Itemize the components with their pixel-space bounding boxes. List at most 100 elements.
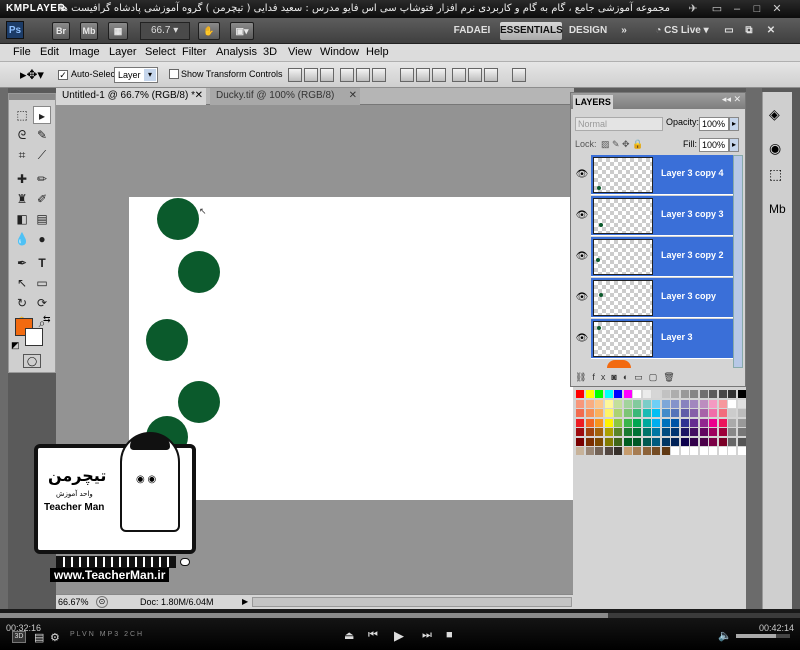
eye-icon[interactable]: 👁	[573, 196, 591, 236]
brush-tool-icon[interactable]: ✏	[33, 170, 51, 188]
color-swatch[interactable]	[718, 409, 727, 417]
color-swatch[interactable]	[595, 390, 603, 398]
color-swatch[interactable]	[576, 428, 584, 436]
lock-icons[interactable]: ▨ ✎ ✥ 🔒	[601, 139, 643, 150]
distribute-left-icon[interactable]	[452, 68, 466, 82]
color-swatch[interactable]	[661, 428, 670, 436]
color-swatch[interactable]	[576, 437, 584, 446]
color-swatch[interactable]	[652, 418, 660, 427]
color-swatch[interactable]	[595, 428, 603, 436]
menu-layer[interactable]: Layer	[109, 46, 137, 58]
align-top-icon[interactable]	[288, 68, 302, 82]
color-swatch[interactable]	[576, 409, 584, 417]
tab-ducky[interactable]: Ducky.tif @ 100% (RGB/8) ✕	[210, 88, 360, 105]
fill-arrow-icon[interactable]: ▸	[729, 138, 739, 152]
layer-row[interactable]: 👁 Layer 3 copy 4	[573, 155, 733, 195]
color-swatch[interactable]	[699, 390, 708, 398]
color-swatch[interactable]	[623, 409, 632, 417]
quick-select-tool-icon[interactable]: ✎	[33, 126, 51, 144]
align-vcenter-icon[interactable]	[304, 68, 318, 82]
layer-row[interactable]: 👁 Layer 3 copy	[573, 278, 733, 318]
hand-tool-button[interactable]: ✋	[198, 22, 220, 40]
color-swatch[interactable]	[623, 428, 632, 436]
horizontal-scrollbar[interactable]	[252, 597, 572, 607]
menu-3d[interactable]: 3D	[263, 46, 277, 58]
play-icon[interactable]: ▶	[394, 628, 404, 644]
minimize-icon[interactable]: –	[730, 2, 744, 16]
minimize-mode-icon[interactable]: ▭	[710, 2, 724, 16]
color-swatch[interactable]	[585, 409, 594, 417]
color-swatch[interactable]	[728, 437, 736, 446]
color-swatch[interactable]	[633, 390, 641, 398]
distribute-bottom-icon[interactable]	[432, 68, 446, 82]
ps-restore-icon[interactable]: ⧉	[740, 22, 758, 40]
color-swatch[interactable]	[604, 447, 613, 455]
color-swatch[interactable]	[737, 390, 746, 398]
color-swatch[interactable]	[709, 437, 717, 446]
eraser-tool-icon[interactable]: ◧	[13, 210, 31, 228]
color-swatch[interactable]	[614, 437, 622, 446]
crop-tool-icon[interactable]: ⌗	[13, 146, 31, 164]
close-icon[interactable]: ✕	[770, 2, 784, 16]
healing-brush-icon[interactable]: ✚	[13, 170, 31, 188]
color-swatch[interactable]	[709, 390, 717, 398]
layer-row[interactable]: 👁 Layer 3	[573, 319, 733, 359]
color-swatch[interactable]	[737, 447, 746, 455]
view-extras-button[interactable]: ▦	[108, 22, 128, 40]
bridge-button[interactable]: Br	[52, 22, 70, 40]
speaker-icon[interactable]: 🔈	[718, 629, 732, 642]
color-swatch[interactable]	[718, 447, 727, 455]
align-hcenter-icon[interactable]	[356, 68, 370, 82]
tab-untitled-1[interactable]: Untitled-1 @ 66.7% (RGB/8) * ✕	[56, 88, 206, 105]
color-swatch[interactable]	[728, 447, 736, 455]
color-swatch[interactable]	[718, 437, 727, 446]
color-swatch[interactable]	[728, 428, 736, 436]
color-swatch[interactable]	[737, 418, 746, 427]
eject-icon[interactable]: ⏏	[344, 629, 354, 642]
color-swatch[interactable]	[690, 390, 698, 398]
color-swatch[interactable]	[595, 399, 603, 408]
color-swatch[interactable]	[585, 428, 594, 436]
playlist-icon[interactable]: ▤	[34, 631, 44, 644]
color-swatch[interactable]	[642, 399, 651, 408]
color-swatch[interactable]	[604, 409, 613, 417]
workspace-design[interactable]: DESIGN	[566, 22, 610, 40]
previous-icon[interactable]: ⏮	[368, 629, 378, 642]
color-swatch[interactable]	[728, 418, 736, 427]
pin-icon[interactable]: ✈	[686, 2, 700, 16]
color-swatch[interactable]	[652, 447, 660, 455]
color-swatch[interactable]	[699, 428, 708, 436]
color-swatch[interactable]	[690, 447, 698, 455]
color-swatch[interactable]	[576, 399, 584, 408]
eye-icon[interactable]: 👁	[573, 155, 591, 195]
distribute-hcenter-icon[interactable]	[468, 68, 482, 82]
status-menu-icon[interactable]: ▶	[242, 597, 248, 606]
green-circle[interactable]	[146, 319, 188, 361]
color-swatch[interactable]	[633, 409, 641, 417]
color-swatch[interactable]	[604, 437, 613, 446]
green-circle[interactable]	[157, 198, 199, 240]
color-swatch[interactable]	[680, 447, 689, 455]
color-swatch[interactable]	[737, 399, 746, 408]
color-swatch[interactable]	[633, 399, 641, 408]
eyedropper-tool-icon[interactable]: ⟋	[33, 146, 51, 164]
maximize-icon[interactable]: □	[750, 2, 764, 16]
mini-bridge-button[interactable]: Mb	[80, 22, 98, 40]
color-swatch[interactable]	[680, 418, 689, 427]
color-swatch[interactable]	[690, 428, 698, 436]
move-tool-icon[interactable]: ▸	[33, 106, 51, 124]
pen-tool-icon[interactable]: ✒	[13, 254, 31, 272]
green-circle[interactable]	[178, 381, 220, 423]
eye-icon[interactable]: 👁	[573, 237, 591, 277]
type-tool-icon[interactable]: T	[33, 254, 51, 272]
color-swatch[interactable]	[585, 437, 594, 446]
color-swatch[interactable]	[709, 418, 717, 427]
layer-footer-icons[interactable]: ⛓fx◙◐▭▢🗑	[575, 372, 681, 383]
menu-edit[interactable]: Edit	[40, 46, 59, 58]
color-swatch[interactable]	[709, 428, 717, 436]
menu-filter[interactable]: Filter	[182, 46, 206, 58]
color-swatch[interactable]	[576, 447, 584, 455]
menu-analysis[interactable]: Analysis	[216, 46, 257, 58]
status-info-icon[interactable]: ⊙	[96, 596, 108, 608]
history-brush-icon[interactable]: ✐	[33, 190, 51, 208]
